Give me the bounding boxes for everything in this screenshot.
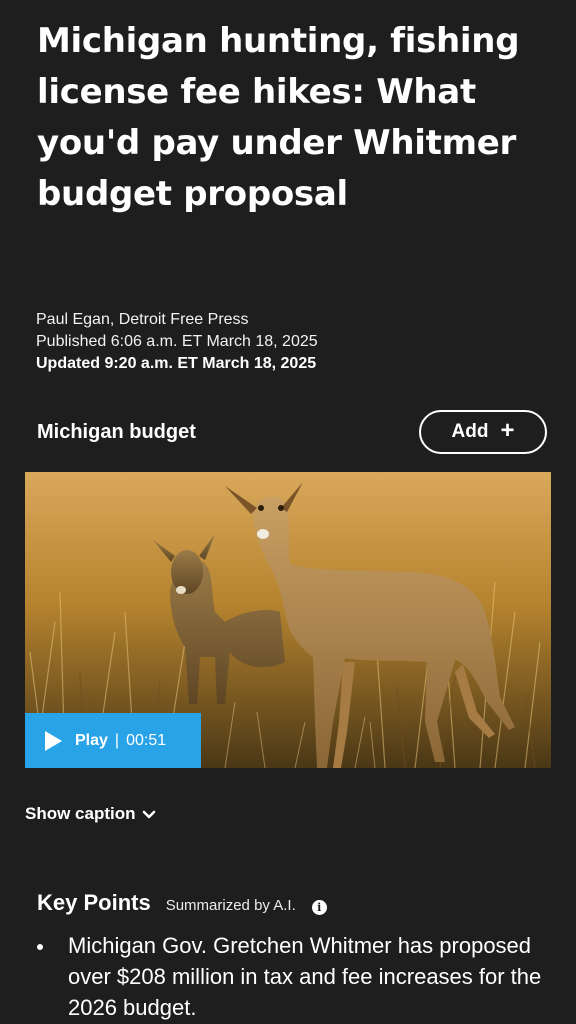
add-topic-button[interactable]: Add + [419, 410, 547, 454]
published-date: Published 6:06 a.m. ET March 18, 2025 [36, 333, 318, 350]
show-caption-toggle[interactable]: Show caption [25, 804, 156, 824]
key-points-title: Key Points [37, 890, 151, 915]
key-points-section: Key Points Summarized by A.I. i Michigan… [37, 890, 557, 1023]
chevron-down-icon [142, 810, 155, 819]
add-button-label: Add [451, 421, 489, 442]
play-icon [45, 730, 62, 751]
video-duration: 00:51 [126, 731, 167, 749]
article-headline: Michigan hunting, fishing license fee hi… [37, 21, 520, 214]
topic-row: Michigan budget Add + [37, 410, 547, 458]
video-player[interactable]: Play | 00:51 [25, 472, 551, 768]
info-icon[interactable]: i [311, 900, 327, 915]
show-caption-label: Show caption [25, 804, 136, 823]
author-line[interactable]: Paul Egan, Detroit Free Press [36, 309, 318, 331]
plus-icon: + [500, 416, 515, 444]
topic-label[interactable]: Michigan budget [37, 421, 196, 444]
play-separator: | [114, 731, 120, 749]
bullet-icon [37, 944, 43, 950]
article-page: Michigan hunting, fishing license fee hi… [0, 0, 576, 1024]
play-label: Play [75, 731, 108, 749]
key-points-list: Michigan Gov. Gretchen Whitmer has propo… [37, 930, 557, 1023]
key-points-header: Key Points Summarized by A.I. i [37, 890, 557, 916]
updated-date: Updated 9:20 a.m. ET March 18, 2025 [36, 355, 317, 372]
key-point-item: Michigan Gov. Gretchen Whitmer has propo… [37, 930, 548, 1023]
play-button[interactable]: Play | 00:51 [25, 713, 201, 768]
byline: Paul Egan, Detroit Free Press Published … [36, 309, 318, 375]
ai-summary-label: Summarized by A.I. [165, 897, 296, 914]
key-point-text: Michigan Gov. Gretchen Whitmer has propo… [68, 933, 542, 1020]
